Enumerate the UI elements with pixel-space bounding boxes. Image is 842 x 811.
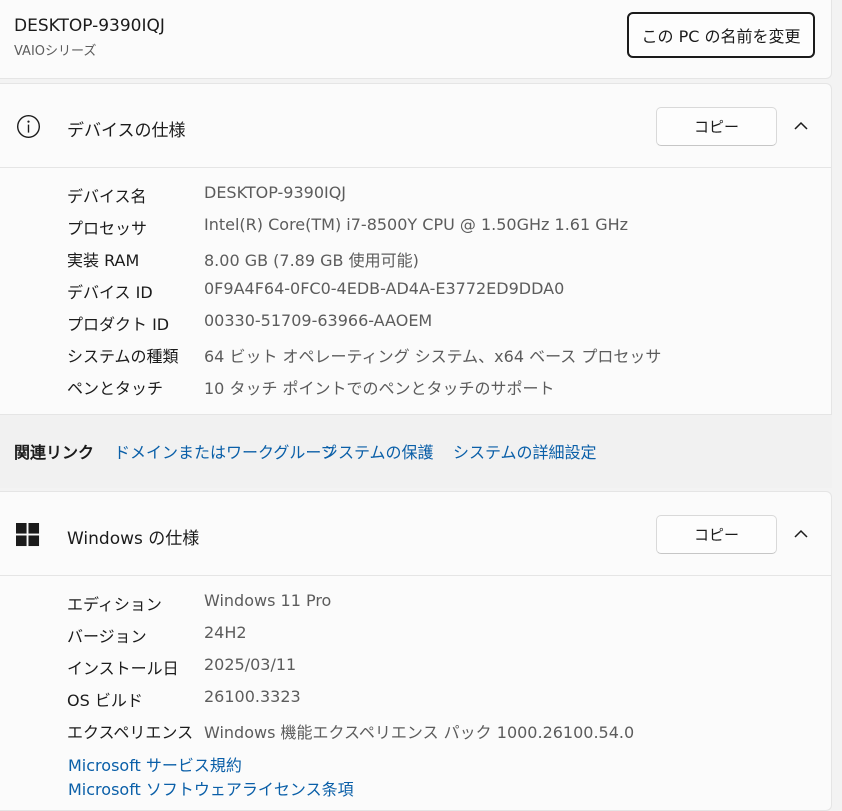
spec-value[interactable]: 00330-51709-63966-AAOEM	[204, 311, 432, 330]
spec-key: デバイス ID	[67, 283, 153, 302]
spec-value[interactable]: DESKTOP-9390IQJ	[204, 183, 346, 202]
chevron-up-icon[interactable]	[793, 120, 809, 132]
spec-value[interactable]: 10 タッチ ポイントでのペンとタッチのサポート	[204, 375, 555, 399]
spec-row: エディション Windows 11 Pro	[0, 585, 832, 617]
device-specs-copy-button[interactable]: コピー	[656, 107, 777, 146]
pc-name: DESKTOP-9390IQJ	[14, 16, 165, 36]
spec-value[interactable]: 26100.3323	[204, 687, 301, 706]
domain-workgroup-link[interactable]: ドメインまたはワークグループ	[114, 439, 336, 463]
windows-logo-icon	[16, 523, 40, 547]
spec-row: プロセッサ Intel(R) Core(TM) i7-8500Y CPU @ 1…	[0, 209, 832, 241]
spec-value[interactable]: Intel(R) Core(TM) i7-8500Y CPU @ 1.50GHz…	[204, 215, 628, 234]
spec-key: システムの種類	[67, 347, 179, 366]
spec-value[interactable]: Windows 11 Pro	[204, 591, 331, 610]
spec-key: プロセッサ	[67, 219, 148, 238]
spec-row: プロダクト ID 00330-51709-63966-AAOEM	[0, 305, 832, 337]
system-protection-link[interactable]: システムの保護	[322, 439, 434, 463]
spec-value[interactable]: 0F9A4F64-0FC0-4EDB-AD4A-E3772ED9DDA0	[204, 279, 564, 298]
spec-row: デバイス ID 0F9A4F64-0FC0-4EDB-AD4A-E3772ED9…	[0, 273, 832, 305]
spec-row: エクスペリエンス Windows 機能エクスペリエンス パック 1000.261…	[0, 713, 832, 745]
spec-key: プロダクト ID	[67, 315, 170, 334]
spec-key: インストール日	[67, 659, 179, 678]
spec-key: エクスペリエンス	[67, 723, 194, 742]
spec-key: OS ビルド	[67, 691, 143, 710]
rename-pc-button[interactable]: この PC の名前を変更	[627, 12, 815, 58]
spec-key: ペンとタッチ	[67, 379, 164, 398]
spec-value[interactable]: 24H2	[204, 623, 247, 642]
spec-row: バージョン 24H2	[0, 617, 832, 649]
windows-specs-title: Windows の仕様	[67, 529, 200, 549]
windows-specs-header[interactable]: Windows の仕様 コピー	[0, 492, 832, 576]
windows-specs-card: Windows の仕様 コピー エディション Windows 11 Pro バー…	[0, 491, 832, 811]
microsoft-software-license-link[interactable]: Microsoft ソフトウェアライセンス条項	[68, 776, 354, 800]
spec-key: エディション	[67, 595, 162, 614]
device-specs-title: デバイスの仕様	[67, 121, 186, 141]
pc-name-card: DESKTOP-9390IQJ VAIOシリーズ この PC の名前を変更	[0, 0, 832, 79]
spec-key: デバイス名	[67, 187, 147, 206]
spec-row: デバイス名 DESKTOP-9390IQJ	[0, 177, 832, 209]
advanced-system-settings-link[interactable]: システムの詳細設定	[453, 439, 597, 463]
spec-key: 実装 RAM	[67, 251, 140, 270]
spec-value[interactable]: 64 ビット オペレーティング システム、x64 ベース プロセッサ	[204, 343, 661, 367]
spec-row: 実装 RAM 8.00 GB (7.89 GB 使用可能)	[0, 241, 832, 273]
spec-value[interactable]: 8.00 GB (7.89 GB 使用可能)	[204, 247, 419, 271]
spec-row: ペンとタッチ 10 タッチ ポイントでのペンとタッチのサポート	[0, 369, 832, 401]
spec-value[interactable]: 2025/03/11	[204, 655, 296, 674]
spec-row: システムの種類 64 ビット オペレーティング システム、x64 ベース プロセ…	[0, 337, 832, 369]
related-links-bar: 関連リンク ドメインまたはワークグループ システムの保護 システムの詳細設定	[0, 414, 832, 488]
spec-key: バージョン	[67, 627, 147, 646]
chevron-up-icon[interactable]	[793, 528, 809, 540]
windows-specs-copy-button[interactable]: コピー	[656, 515, 777, 554]
device-specs-header[interactable]: デバイスの仕様 コピー	[0, 84, 832, 168]
spec-row: インストール日 2025/03/11	[0, 649, 832, 681]
spec-row: OS ビルド 26100.3323	[0, 681, 832, 713]
microsoft-services-agreement-link[interactable]: Microsoft サービス規約	[68, 752, 242, 776]
spec-value[interactable]: Windows 機能エクスペリエンス パック 1000.26100.54.0	[204, 719, 634, 743]
info-icon	[16, 114, 41, 139]
related-links-label: 関連リンク	[14, 443, 95, 462]
pc-series: VAIOシリーズ	[14, 44, 97, 59]
